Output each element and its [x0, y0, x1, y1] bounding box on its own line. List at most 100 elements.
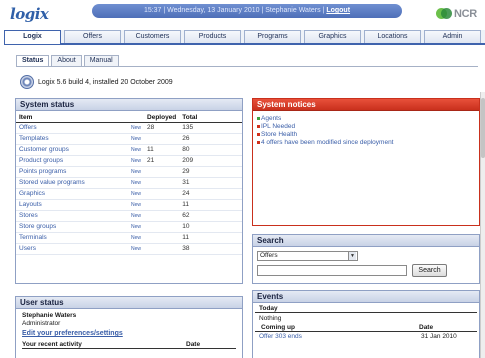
session-status-bar: 15:37 | Wednesday, 13 January 2010 | Ste… [92, 4, 402, 18]
system-notices-title: System notices [253, 99, 479, 111]
notice-item[interactable]: Agents [257, 114, 475, 122]
new-link[interactable]: New [128, 221, 145, 233]
table-row: Graphics New 24 [16, 188, 242, 200]
row-deployed [144, 166, 180, 178]
table-row: Templates New 26 [16, 133, 242, 145]
row-deployed: 11 [144, 144, 180, 156]
coming-up-header: Coming up Date [255, 323, 477, 332]
new-link[interactable]: New [128, 177, 145, 189]
tab-products[interactable]: Products [184, 30, 241, 43]
tab-graphics[interactable]: Graphics [304, 30, 361, 43]
row-item[interactable]: Stored value programs [16, 177, 128, 189]
system-notices-panel: System notices Agents IPL Needed Store H… [252, 98, 480, 226]
row-item[interactable]: Graphics [16, 188, 128, 200]
row-deployed [144, 133, 180, 145]
search-input[interactable] [257, 265, 407, 276]
new-link[interactable]: New [128, 133, 145, 145]
user-status-panel: User status Stephanie Waters Administrat… [15, 296, 243, 358]
row-deployed [144, 243, 180, 255]
row-deployed [144, 199, 180, 211]
new-link[interactable]: New [128, 155, 145, 167]
coming-up-label: Coming up [261, 324, 295, 331]
main-tabs: Logix Offers Customers Products Programs… [4, 30, 485, 45]
row-total: 135 [179, 122, 242, 134]
search-button[interactable]: Search [412, 264, 447, 277]
tab-customers[interactable]: Customers [124, 30, 181, 43]
ncr-logo-icon [436, 7, 452, 21]
new-link[interactable]: New [128, 144, 145, 156]
row-deployed [144, 221, 180, 233]
row-total: 11 [179, 232, 242, 244]
table-row: Store groups New 10 [16, 221, 242, 233]
ncr-logo: NCR [436, 6, 477, 22]
row-item[interactable]: Offers [16, 122, 128, 134]
user-status-body: Stephanie Waters Administrator Edit your… [16, 309, 242, 352]
table-header-row: Item Deployed Total [16, 113, 242, 123]
header-total: Total [179, 113, 242, 123]
user-status-title: User status [16, 297, 242, 309]
search-title: Search [253, 235, 479, 247]
new-link[interactable]: New [128, 210, 145, 222]
new-link[interactable]: New [128, 199, 145, 211]
user-name: Stephanie Waters [22, 312, 77, 319]
system-status-panel: System status Item Deployed Total Offers… [15, 98, 243, 284]
table-row: Points programs New 29 [16, 166, 242, 178]
tab-programs[interactable]: Programs [244, 30, 301, 43]
notice-item[interactable]: IPL Needed [257, 122, 475, 130]
notice-item[interactable]: 4 offers have been modified since deploy… [257, 138, 475, 146]
row-item[interactable]: Terminals [16, 232, 128, 244]
row-total: 38 [179, 243, 242, 255]
notices-list: Agents IPL Needed Store Health 4 offers … [253, 111, 479, 149]
top-bar: logix 15:37 | Wednesday, 13 January 2010… [0, 0, 485, 28]
search-type-value: Offers [260, 252, 278, 259]
row-item[interactable]: Templates [16, 133, 128, 145]
recent-activity-header: Your recent activity Date [22, 341, 236, 349]
tab-admin[interactable]: Admin [424, 30, 481, 43]
row-item[interactable]: Layouts [16, 199, 128, 211]
event-link[interactable]: Offer 303 ends [259, 333, 302, 341]
row-total: 29 [179, 166, 242, 178]
header-deployed: Deployed [144, 113, 180, 123]
page-scrollbar[interactable] [480, 92, 485, 358]
logout-link[interactable]: Logout [326, 7, 350, 14]
session-status-text: 15:37 | Wednesday, 13 January 2010 | Ste… [143, 7, 327, 14]
tab-locations[interactable]: Locations [364, 30, 421, 43]
table-row: Product groups New 21 209 [16, 155, 242, 167]
gear-icon [20, 75, 34, 89]
ncr-logo-text: NCR [454, 8, 477, 20]
row-item[interactable]: Store groups [16, 221, 128, 233]
scrollbar-thumb[interactable] [481, 98, 485, 158]
row-deployed [144, 210, 180, 222]
table-row: Layouts New 11 [16, 199, 242, 211]
new-link[interactable]: New [128, 232, 145, 244]
version-info: Logix 5.6 build 4, installed 20 October … [20, 74, 173, 90]
row-item[interactable]: Points programs [16, 166, 128, 178]
table-row: Stores New 62 [16, 210, 242, 222]
row-item[interactable]: Stores [16, 210, 128, 222]
row-item[interactable]: Product groups [16, 155, 128, 167]
tab-offers[interactable]: Offers [64, 30, 121, 43]
chevron-down-icon[interactable]: ▼ [348, 252, 356, 260]
today-heading: Today [255, 303, 477, 313]
notice-item[interactable]: Store Health [257, 130, 475, 138]
status-alert-icon [257, 124, 260, 128]
tab-logix[interactable]: Logix [4, 30, 61, 44]
today-value: Nothing [259, 315, 282, 322]
row-item[interactable]: Customer groups [16, 144, 128, 156]
edit-preferences-link[interactable]: Edit your preferences/settings [22, 330, 236, 341]
subtab-divider [16, 66, 478, 67]
search-type-select[interactable]: Offers ▼ [257, 251, 358, 261]
header-new [128, 113, 145, 123]
system-status-title: System status [16, 99, 242, 111]
row-item[interactable]: Users [16, 243, 128, 255]
row-total: 62 [179, 210, 242, 222]
notice-text: Agents [261, 114, 282, 122]
row-deployed: 21 [144, 155, 180, 167]
event-row: Offer 303 ends 31 Jan 2010 [253, 332, 479, 341]
new-link[interactable]: New [128, 188, 145, 200]
table-row: Terminals New 11 [16, 232, 242, 244]
new-link[interactable]: New [128, 166, 145, 178]
table-row: Stored value programs New 31 [16, 177, 242, 189]
new-link[interactable]: New [128, 243, 145, 255]
new-link[interactable]: New [128, 122, 145, 134]
